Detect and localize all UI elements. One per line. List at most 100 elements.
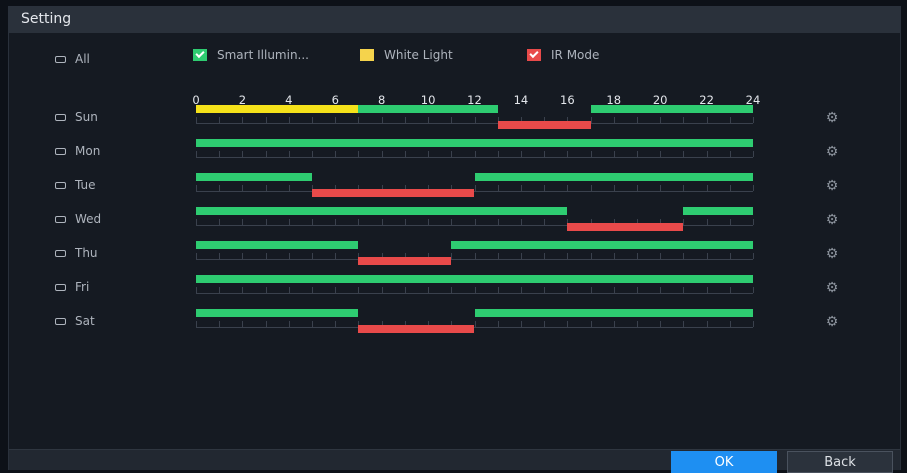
hour-tick (590, 117, 592, 123)
day-label: Sat (75, 314, 95, 328)
hour-tick (497, 321, 499, 327)
hour-tick (613, 321, 615, 327)
all-checkbox[interactable]: All (55, 51, 90, 67)
hour-tick (636, 151, 638, 157)
hour-tick (288, 117, 290, 123)
hour-tick (613, 151, 615, 157)
swatch-icon (360, 49, 374, 61)
hour-tick (544, 287, 546, 293)
schedule-segment-smart[interactable] (196, 207, 568, 215)
schedule-segment-ir[interactable] (567, 223, 684, 231)
day-checkbox-mon[interactable]: Mon (55, 143, 100, 159)
timeline-track[interactable] (196, 239, 754, 265)
hour-tick (497, 219, 499, 225)
schedule-segment-smart[interactable] (474, 173, 753, 181)
hour-tick (196, 185, 197, 191)
hour-tick (358, 151, 360, 157)
hour-tick (312, 117, 314, 123)
hour-tick (335, 151, 337, 157)
day-checkbox-wed[interactable]: Wed (55, 211, 101, 227)
hour-tick (729, 151, 731, 157)
gear-icon[interactable]: ⚙ (825, 315, 839, 329)
schedule-segment-smart[interactable] (196, 139, 753, 147)
day-label: Sun (75, 110, 98, 124)
gear-icon[interactable]: ⚙ (825, 247, 839, 261)
hour-tick (706, 287, 708, 293)
legend-white-light[interactable]: White Light (360, 48, 453, 62)
gear-icon[interactable]: ⚙ (825, 281, 839, 295)
schedule-segment-smart[interactable] (590, 105, 753, 113)
gear-icon[interactable]: ⚙ (825, 213, 839, 227)
hour-tick (288, 253, 290, 259)
day-checkbox-sat[interactable]: Sat (55, 313, 95, 329)
dialog-title: Setting (21, 11, 72, 27)
hour-tick (196, 287, 197, 293)
day-label: Tue (75, 178, 96, 192)
hour-tick (451, 287, 453, 293)
schedule-segment-white[interactable] (196, 105, 359, 113)
schedule-segment-smart[interactable] (196, 173, 313, 181)
hour-tick (474, 185, 476, 191)
hour-tick (288, 287, 290, 293)
schedule-segment-smart[interactable] (474, 309, 753, 317)
timeline-track[interactable] (196, 205, 754, 231)
hour-tick (219, 287, 221, 293)
hour-tick (196, 219, 197, 225)
timeline-track[interactable] (196, 273, 754, 294)
hour-tick (729, 253, 731, 259)
hour-tick (590, 321, 592, 327)
day-checkbox-fri[interactable]: Fri (55, 279, 89, 295)
day-checkbox-tue[interactable]: Tue (55, 177, 96, 193)
hour-tick (567, 253, 569, 259)
hour-tick (683, 151, 685, 157)
gear-icon[interactable]: ⚙ (825, 111, 839, 125)
hour-tick (265, 151, 267, 157)
schedule-segment-smart[interactable] (451, 241, 753, 249)
hour-tick (242, 253, 244, 259)
hour-tick (590, 185, 592, 191)
schedule-segment-ir[interactable] (358, 325, 475, 333)
hour-tick (265, 117, 267, 123)
hour-tick (660, 117, 662, 123)
timeline-track[interactable] (196, 137, 754, 158)
schedule-segment-smart[interactable] (196, 309, 359, 317)
hour-tick (381, 287, 383, 293)
day-label: Wed (75, 212, 102, 226)
hour-tick (683, 185, 685, 191)
hour-tick (288, 185, 290, 191)
schedule-segment-smart[interactable] (683, 207, 753, 215)
hour-tick (706, 151, 708, 157)
schedule-segment-smart[interactable] (196, 275, 753, 283)
gear-icon[interactable]: ⚙ (825, 179, 839, 193)
hour-tick (219, 321, 221, 327)
day-checkbox-sun[interactable]: Sun (55, 109, 98, 125)
hour-tick (729, 321, 731, 327)
schedule-segment-ir[interactable] (497, 121, 591, 129)
day-checkbox-thu[interactable]: Thu (55, 245, 98, 261)
hour-tick (567, 185, 569, 191)
gear-icon[interactable]: ⚙ (825, 145, 839, 159)
hour-tick (544, 321, 546, 327)
timeline-track[interactable] (196, 307, 754, 333)
legend-ir-mode[interactable]: IR Mode (527, 48, 599, 62)
legend-smart-illumination[interactable]: Smart Illumin... (193, 48, 309, 62)
hour-tick (242, 185, 244, 191)
hour-tick (381, 151, 383, 157)
schedule-segment-ir[interactable] (358, 257, 452, 265)
all-label: All (75, 52, 90, 66)
hour-tick (683, 117, 685, 123)
check-icon (193, 48, 207, 61)
hour-tick (242, 151, 244, 157)
timeline-track[interactable] (196, 171, 754, 197)
hour-tick (288, 321, 290, 327)
schedule-segment-smart[interactable] (358, 105, 498, 113)
hour-tick (660, 253, 662, 259)
schedule-segment-ir[interactable] (312, 189, 475, 197)
schedule-segment-smart[interactable] (196, 241, 359, 249)
hour-tick (544, 185, 546, 191)
hour-tick (613, 287, 615, 293)
setting-dialog: Setting All Smart Illumin... White Light… (8, 6, 901, 473)
hour-tick (544, 219, 546, 225)
hour-tick (753, 185, 754, 191)
timeline-track[interactable] (196, 103, 754, 129)
